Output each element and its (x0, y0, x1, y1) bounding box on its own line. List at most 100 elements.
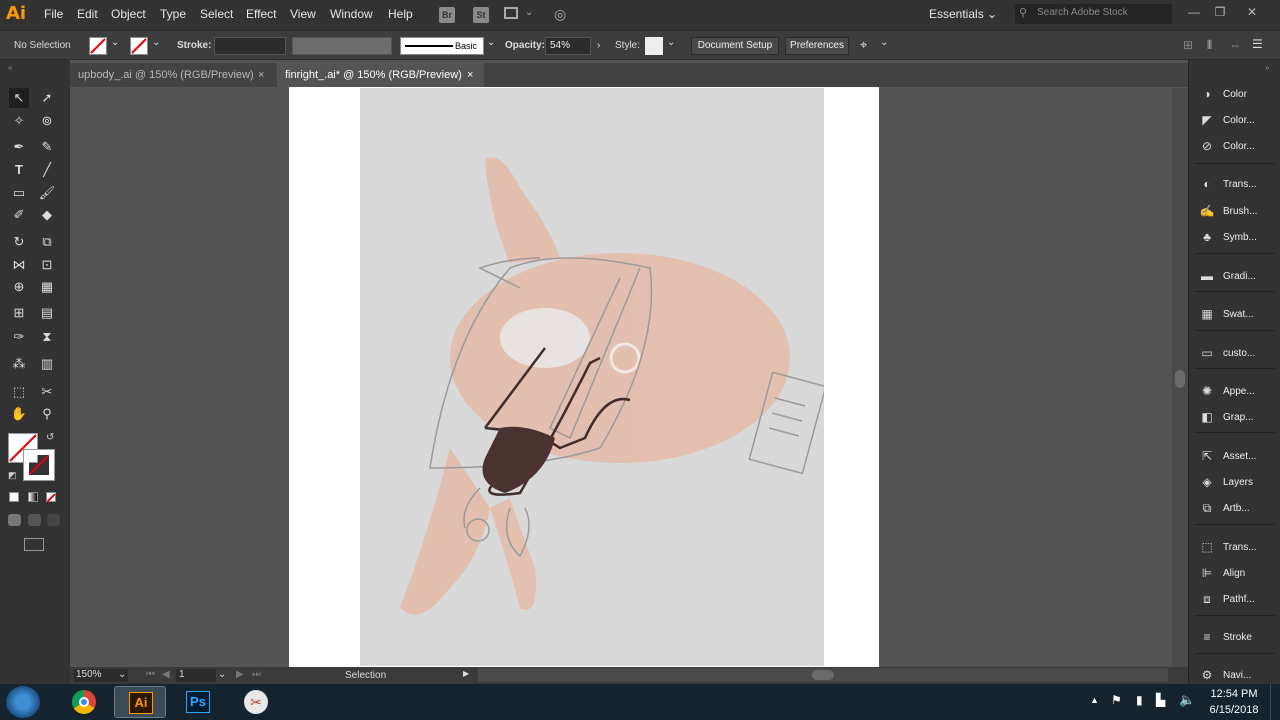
chrome-taskbar-button[interactable] (58, 686, 110, 718)
opacity-field[interactable]: 54% (545, 37, 591, 55)
panel-swatches[interactable]: ▦ Swat... (1199, 303, 1279, 325)
symbol-sprayer-tool-icon[interactable]: ⁂ (9, 354, 29, 374)
tab-upbody[interactable]: upbody_.ai @ 150% (RGB/Preview) × (70, 63, 274, 87)
expand-icon[interactable]: » (1265, 63, 1269, 72)
magic-wand-tool-icon[interactable]: ✧ (9, 111, 29, 131)
type-tool-icon[interactable]: T (9, 160, 29, 180)
hand-tool-icon[interactable]: ✋ (9, 404, 29, 424)
search-input[interactable]: Search Adobe Stock (1015, 4, 1172, 24)
lasso-tool-icon[interactable]: ⊚ (37, 111, 57, 131)
gradient-mode-icon[interactable] (28, 492, 38, 502)
scroll-thumb[interactable] (812, 670, 834, 680)
collapse-icon[interactable]: « (8, 63, 12, 72)
pen-tool-icon[interactable]: ✒ (9, 137, 29, 157)
close-icon[interactable]: ✕ (1242, 5, 1262, 19)
variable-width-dropdown[interactable] (292, 37, 392, 55)
blend-tool-icon[interactable]: ⧗ (37, 327, 57, 347)
align-options-icon[interactable]: ⊞ (1183, 38, 1193, 52)
none-mode-icon[interactable] (46, 492, 56, 503)
battery-icon[interactable]: ▮ (1136, 693, 1143, 707)
menu-type[interactable]: Type (160, 7, 186, 21)
panel-symbols[interactable]: ♣ Symb... (1199, 226, 1279, 248)
chevron-down-icon[interactable]: ⌄ (111, 37, 119, 48)
snipping-tool-taskbar-button[interactable]: ✂ (230, 686, 282, 718)
menu-object[interactable]: Object (111, 7, 146, 21)
last-artboard-icon[interactable]: ⏭ (252, 669, 261, 680)
menu-file[interactable]: File (44, 7, 63, 21)
free-transform-tool-icon[interactable]: ⊡ (37, 255, 57, 275)
artboard-tool-icon[interactable]: ⬚ (9, 382, 29, 402)
menu-edit[interactable]: Edit (77, 7, 98, 21)
rectangle-tool-icon[interactable]: ▭ (9, 183, 29, 203)
menu-effect[interactable]: Effect (246, 7, 276, 21)
close-tab-icon[interactable]: × (258, 63, 264, 87)
document-setup-button[interactable]: Document Setup (691, 37, 779, 55)
perspective-grid-tool-icon[interactable]: ▦ (37, 277, 57, 297)
network-icon[interactable]: ▙ (1156, 693, 1165, 707)
panel-graphic-styles[interactable]: ◧ Grap... (1199, 406, 1279, 428)
slice-tool-icon[interactable]: ✂ (37, 382, 57, 402)
shaper-tool-icon[interactable]: ✐ (9, 205, 29, 225)
tab-finright[interactable]: finright_.ai* @ 150% (RGB/Preview) × (277, 63, 484, 87)
arrange-documents-icon[interactable] (504, 7, 518, 19)
preferences-button[interactable]: Preferences (785, 37, 849, 55)
previous-artboard-icon[interactable]: ◀ (162, 669, 170, 680)
style-swatch[interactable] (645, 37, 663, 55)
bridge-icon[interactable]: Br (439, 7, 455, 23)
vertical-scrollbar[interactable] (1172, 88, 1188, 667)
chevron-down-icon[interactable]: ⌄ (118, 669, 126, 680)
transform-options-icon[interactable]: ⇔ (1229, 38, 1241, 52)
minimize-icon[interactable]: — (1184, 5, 1204, 19)
restore-icon[interactable]: ❐ (1210, 5, 1230, 19)
panel-layers[interactable]: ◈ Layers (1199, 471, 1279, 493)
panel-brushes[interactable]: ✍ Brush... (1199, 200, 1279, 222)
panel-custom[interactable]: ▭ custo... (1199, 342, 1279, 364)
chevron-down-icon[interactable]: ⌄ (667, 37, 675, 48)
stock-icon[interactable]: St (473, 7, 489, 23)
menu-window[interactable]: Window (330, 7, 373, 21)
first-artboard-icon[interactable]: ⏮ (146, 669, 155, 680)
workspace-switcher[interactable]: Essentials ⌄ (929, 7, 997, 21)
show-hidden-icons-icon[interactable]: ▲ (1090, 695, 1099, 705)
panel-asset-export[interactable]: ⇱ Asset... (1199, 445, 1279, 467)
artboard-number-field[interactable]: 1 (176, 669, 216, 682)
brush-definition-dropdown[interactable]: Basic (400, 37, 484, 55)
eraser-tool-icon[interactable]: ◆ (37, 205, 57, 225)
paintbrush-tool-icon[interactable]: 🖌 (37, 183, 57, 203)
default-colors-icon[interactable]: ◩ (8, 470, 17, 481)
shape-builder-tool-icon[interactable]: ⊕ (9, 277, 29, 297)
stroke-weight-field[interactable] (214, 37, 286, 55)
status-menu-icon[interactable]: ▶ (463, 669, 469, 678)
stroke-box[interactable] (23, 449, 55, 481)
illustrator-taskbar-button[interactable]: Ai (114, 686, 166, 718)
scroll-thumb[interactable] (1175, 370, 1185, 388)
placed-sketch-image[interactable] (360, 88, 827, 666)
panel-stroke[interactable]: ≡ Stroke (1199, 626, 1279, 648)
eyedropper-tool-icon[interactable]: ✑ (9, 327, 29, 347)
clock-date[interactable]: 6/15/2018 (1205, 704, 1263, 716)
chevron-down-icon[interactable]: ⌄ (525, 7, 533, 18)
panel-color-themes[interactable]: ⊘ Color... (1199, 135, 1279, 157)
draw-inside-icon[interactable] (47, 514, 60, 526)
panel-artboards[interactable]: ⧉ Artb... (1199, 497, 1279, 519)
panel-appearance[interactable]: ✺ Appe... (1199, 380, 1279, 402)
panel-color[interactable]: ◑ Color (1199, 83, 1279, 105)
start-button-icon[interactable] (6, 686, 40, 718)
horizontal-scrollbar[interactable] (478, 668, 1168, 682)
curvature-tool-icon[interactable]: ✎ (37, 137, 57, 157)
screen-mode-icon[interactable] (24, 538, 44, 551)
width-tool-icon[interactable]: ⋈ (9, 255, 29, 275)
menu-view[interactable]: View (290, 7, 316, 21)
zoom-tool-icon[interactable]: ⚲ (37, 404, 57, 424)
chevron-down-icon[interactable]: ⌄ (152, 37, 160, 48)
show-desktop-button[interactable] (1270, 684, 1280, 720)
volume-icon[interactable]: 🔈 (1179, 692, 1195, 708)
draw-normal-icon[interactable] (8, 514, 21, 526)
direct-selection-tool-icon[interactable]: ➚ (37, 88, 57, 108)
clock-time[interactable]: 12:54 PM (1209, 688, 1259, 700)
panel-transform[interactable]: ⬚ Trans... (1199, 536, 1279, 558)
photoshop-taskbar-button[interactable]: Ps (172, 686, 224, 718)
arrange-icon[interactable]: ⌖ (860, 37, 867, 53)
swap-fill-stroke-icon[interactable]: ↺ (46, 432, 54, 443)
column-graph-tool-icon[interactable]: ▥ (37, 354, 57, 374)
